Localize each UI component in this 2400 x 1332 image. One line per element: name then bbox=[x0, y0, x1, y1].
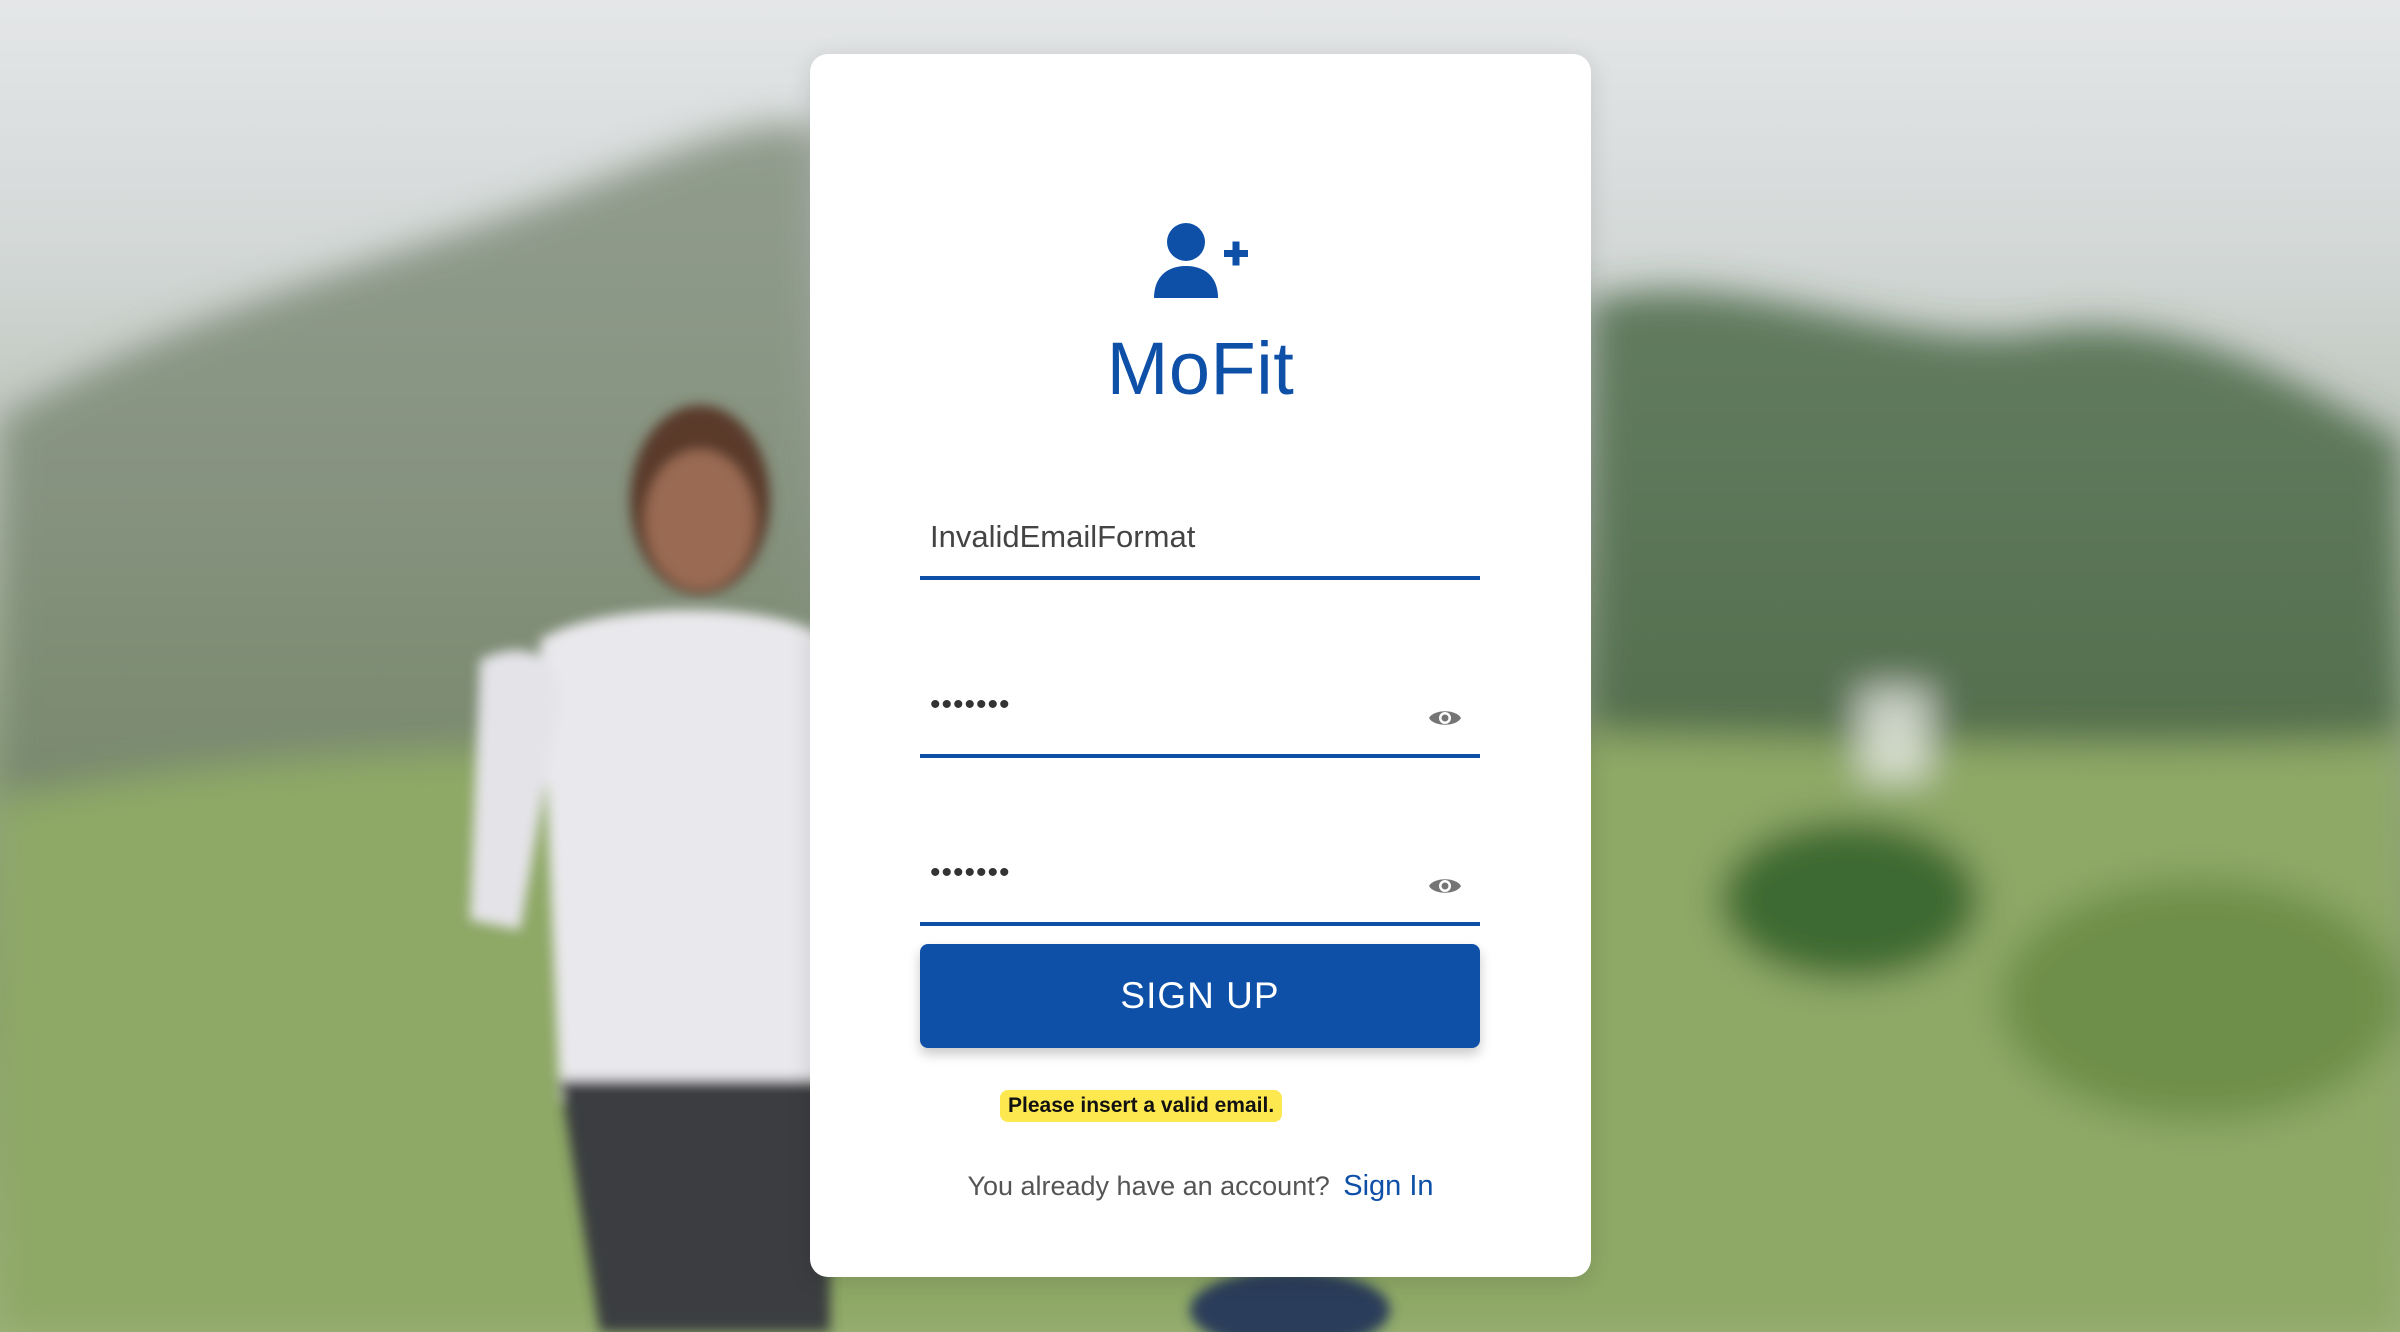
confirm-password-input[interactable]: ••••••• bbox=[930, 856, 1011, 890]
confirm-password-field[interactable]: ••••••• bbox=[920, 848, 1480, 926]
user-plus-icon bbox=[1154, 223, 1248, 298]
eye-icon[interactable] bbox=[1428, 874, 1462, 898]
signin-prompt: You already have an account? Sign In bbox=[810, 1170, 1591, 1203]
password-input[interactable]: ••••••• bbox=[930, 688, 1011, 722]
password-field[interactable]: ••••••• bbox=[920, 680, 1480, 758]
eye-icon[interactable] bbox=[1428, 706, 1462, 730]
sign-up-button[interactable]: SIGN UP bbox=[920, 944, 1480, 1048]
sign-in-link[interactable]: Sign In bbox=[1343, 1170, 1433, 1202]
signup-card: MoFit ••••••• ••••••• SIGN UP Please ins… bbox=[810, 54, 1591, 1277]
email-input[interactable] bbox=[930, 502, 1430, 572]
error-message: Please insert a valid email. bbox=[1000, 1090, 1283, 1122]
email-field[interactable] bbox=[920, 502, 1480, 580]
signin-prompt-text: You already have an account? bbox=[967, 1171, 1330, 1201]
app-title: MoFit bbox=[1106, 327, 1295, 410]
